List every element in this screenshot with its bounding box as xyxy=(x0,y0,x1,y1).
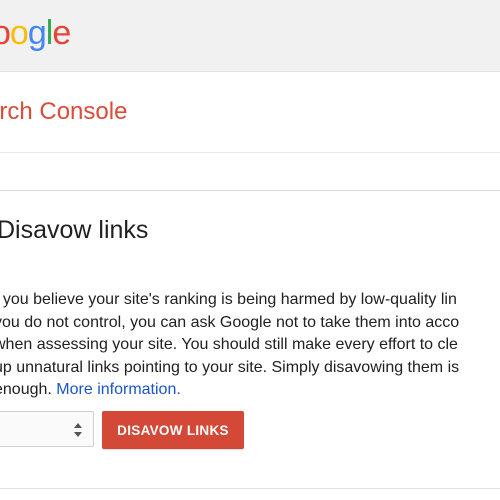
description-line: when assessing your site. You should sti… xyxy=(0,336,458,353)
logo-letter: g xyxy=(27,14,47,52)
logo-letter: o xyxy=(0,14,11,52)
logo-letter: e xyxy=(52,14,71,52)
top-bar: oogle xyxy=(0,0,500,72)
section-divider xyxy=(0,190,500,191)
logo-letter: o xyxy=(9,14,29,52)
disavow-links-button[interactable]: DISAVOW LINKS xyxy=(102,411,244,449)
description-line-last: enough. More information. xyxy=(0,379,500,402)
product-title[interactable]: arch Console xyxy=(0,97,127,127)
description-line: you do not control, you can ask Google n… xyxy=(0,313,460,331)
more-information-link[interactable]: More information. xyxy=(56,381,181,398)
page-title: Disavow links xyxy=(0,216,149,244)
google-logo[interactable]: oogle xyxy=(0,13,71,53)
description-line: up unnatural links pointing to your site… xyxy=(0,358,460,376)
description-line: f you believe your site's ranking is bei… xyxy=(0,291,457,308)
disavow-description: f you believe your site's ranking is bei… xyxy=(0,289,500,402)
site-select[interactable] xyxy=(0,411,94,447)
select-arrows-icon xyxy=(74,423,82,437)
description-text: enough. xyxy=(0,381,52,398)
bottom-divider xyxy=(0,488,500,489)
